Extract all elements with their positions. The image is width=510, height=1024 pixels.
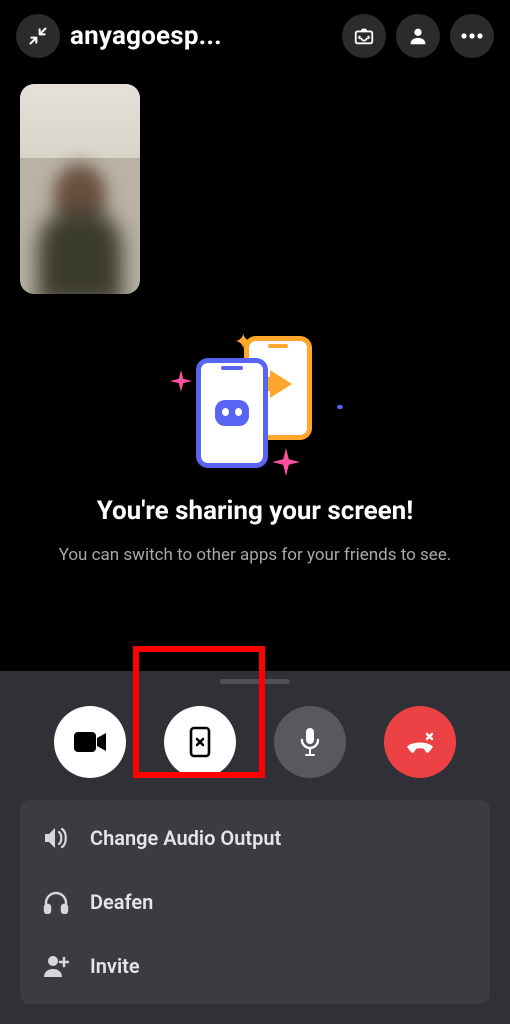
sharing-subtext: You can switch to other apps for your fr… [59, 543, 452, 568]
bottom-sheet: Change Audio Output Deafen Invite [0, 671, 510, 1024]
participant-video-tile[interactable] [20, 84, 140, 294]
menu-item-label: Invite [90, 954, 140, 978]
members-icon[interactable] [396, 14, 440, 58]
more-icon[interactable] [450, 14, 494, 58]
sparkle-icon: •• [336, 398, 340, 419]
headphones-icon [40, 890, 72, 914]
invite-icon [40, 955, 72, 977]
call-title: anyagoesp... [70, 21, 332, 51]
deafen-item[interactable]: Deafen [20, 870, 490, 934]
sparkle-icon [170, 370, 192, 392]
mute-button[interactable] [274, 706, 346, 778]
speaker-icon [40, 826, 72, 850]
options-menu: Change Audio Output Deafen Invite [20, 800, 490, 1004]
drag-handle[interactable] [220, 679, 290, 684]
hangup-button[interactable] [384, 706, 456, 778]
invite-item[interactable]: Invite [20, 934, 490, 998]
switch-camera-icon[interactable] [342, 14, 386, 58]
sparkle-icon [272, 448, 300, 476]
camera-button[interactable] [54, 706, 126, 778]
stop-screenshare-button[interactable] [164, 706, 236, 778]
change-audio-output-item[interactable]: Change Audio Output [20, 806, 490, 870]
sharing-heading: You're sharing your screen! [59, 494, 452, 529]
sharing-illustration: ✦ •• You're sharing your screen! You can… [0, 330, 510, 568]
collapse-icon[interactable] [16, 14, 60, 58]
menu-item-label: Deafen [90, 890, 153, 914]
menu-item-label: Change Audio Output [90, 826, 281, 850]
